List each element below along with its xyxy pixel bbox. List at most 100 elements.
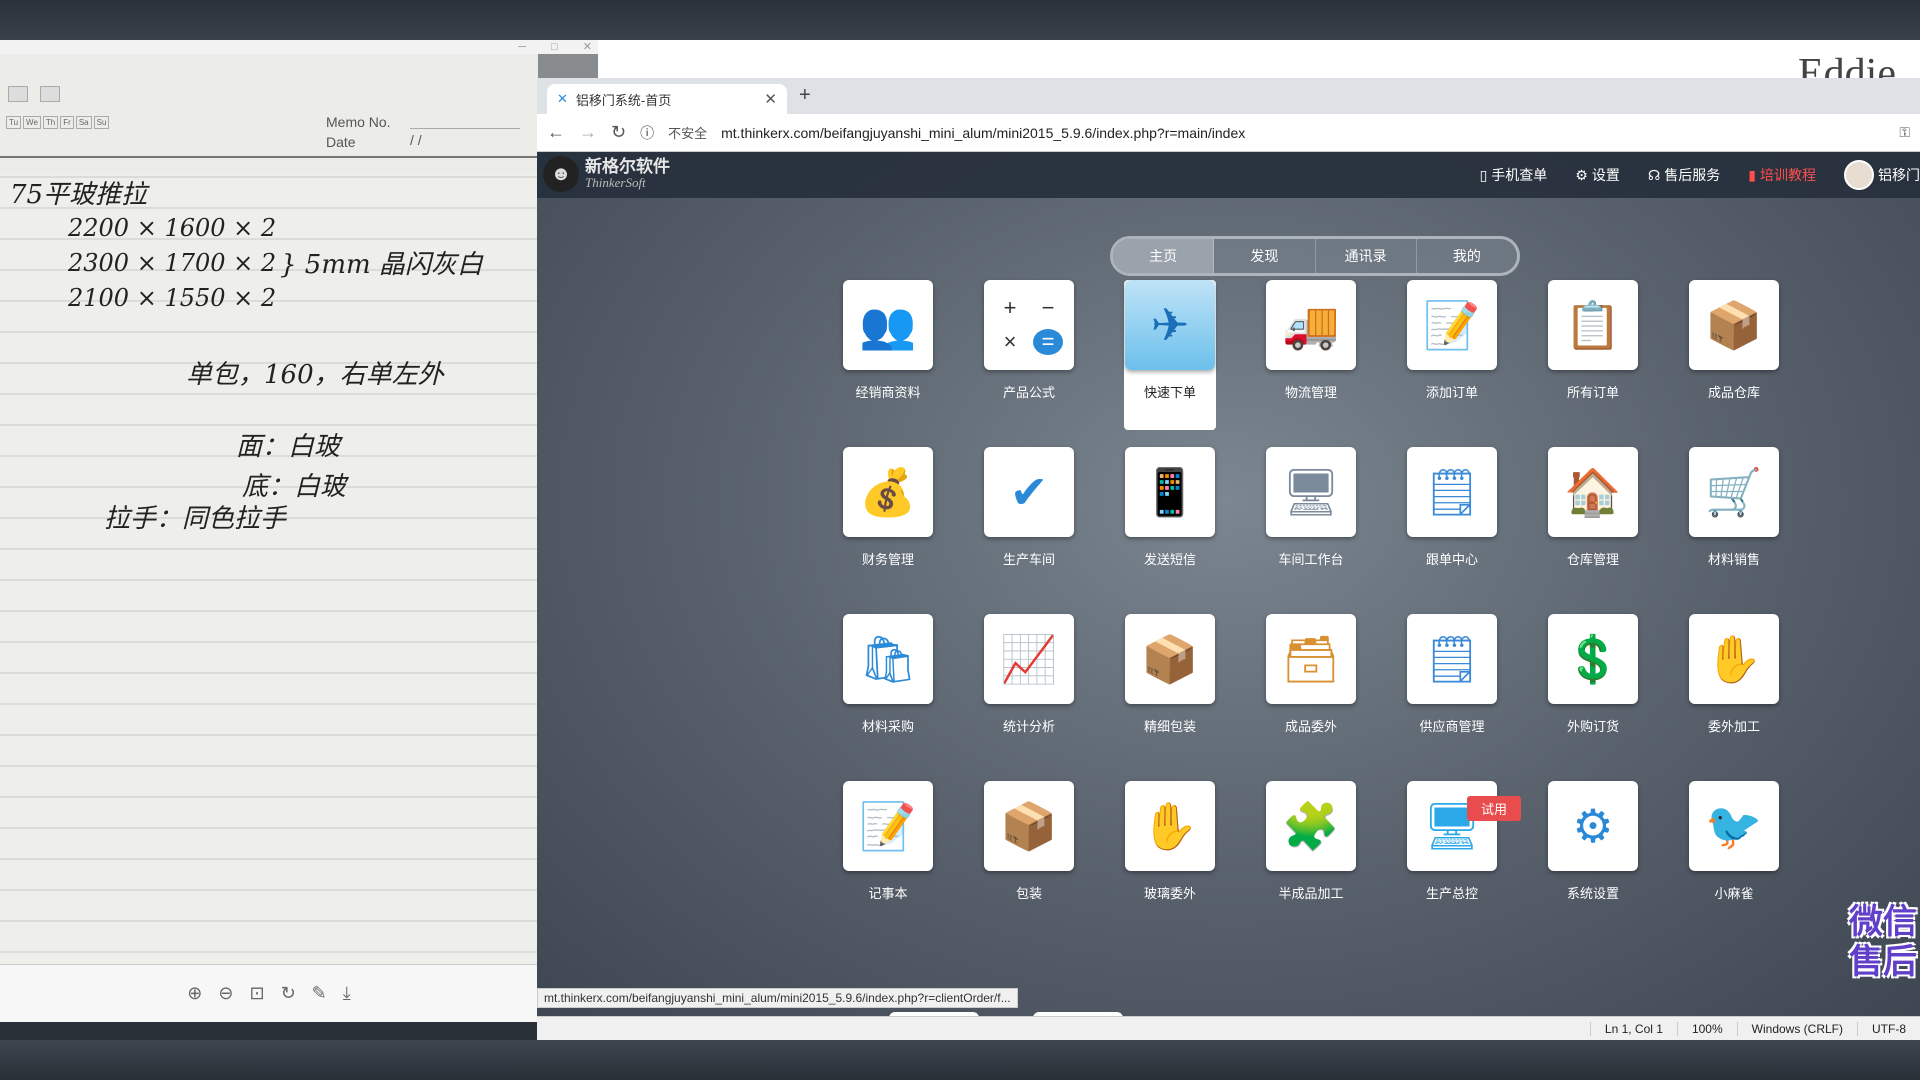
trial-badge: 试用 — [1467, 796, 1522, 821]
wechat-after-sales-badge[interactable]: 微信 售后 — [1837, 902, 1917, 982]
reload-icon[interactable]: ↻ — [611, 122, 626, 143]
tab-me[interactable]: 我的 — [1417, 239, 1517, 273]
tile-system-settings[interactable]: ⚙ 系统设置 — [1547, 781, 1639, 931]
tile-notepad[interactable]: 📝 记事本 — [842, 781, 934, 931]
tile-production-workshop[interactable]: ✔ 生产车间 — [983, 447, 1075, 597]
nav-mobile-query[interactable]: ▯ 手机查单 — [1480, 165, 1548, 185]
close-icon[interactable]: ✕ — [583, 41, 592, 53]
handwriting-line: 拉手：同色拉手 — [104, 504, 287, 534]
tile-label: 发送短信 — [1143, 552, 1196, 567]
top-nav: ▯ 手机查单 ⚙ 设置 ☊ 售后服务 ▮ 培训教程 铝移门 — [1480, 152, 1920, 198]
gear-icon: ⚙ — [1575, 166, 1588, 183]
rotate-icon[interactable]: ↻ — [281, 983, 296, 1004]
tile-label: 统计分析 — [1002, 719, 1055, 734]
nav-label: 售后服务 — [1664, 167, 1721, 183]
back-icon[interactable]: ← — [547, 122, 565, 143]
tile-quick-order[interactable]: ✈ 快速下单 — [1124, 280, 1216, 430]
purchase-order-icon: 💲 — [1548, 614, 1638, 704]
system-settings-icon: ⚙ — [1548, 781, 1638, 871]
tile-add-order[interactable]: 📝 添加订单 — [1406, 280, 1498, 430]
tile-send-sms[interactable]: 📱 发送短信 — [1124, 447, 1216, 597]
tab-contacts[interactable]: 通讯录 — [1316, 239, 1417, 273]
tile-statistics[interactable]: 📈 统计分析 — [983, 614, 1075, 764]
tab-discover[interactable]: 发现 — [1214, 239, 1316, 273]
tile-label: 小麻雀 — [1714, 886, 1754, 901]
maximize-icon[interactable]: □ — [551, 41, 558, 53]
zoom-in-icon[interactable]: ⊕ — [187, 983, 202, 1004]
tile-warehouse[interactable]: 🏠 仓库管理 — [1547, 447, 1639, 597]
tile-label: 包装 — [1015, 886, 1042, 901]
tile-material-purchase[interactable]: 🛍 材料采购 — [842, 614, 934, 764]
weekday-box: Su — [93, 116, 110, 129]
tab-close-icon[interactable]: ✕ — [764, 90, 777, 108]
tile-material-sales[interactable]: 🛒 材料销售 — [1688, 447, 1780, 597]
key-icon[interactable]: ⚿ — [1899, 124, 1910, 141]
tile-order-tracking[interactable]: 🗒 跟单中心 — [1406, 447, 1498, 597]
tile-label: 成品委外 — [1284, 719, 1337, 734]
background-window — [598, 40, 1920, 78]
zoom-out-icon[interactable]: ⊖ — [218, 983, 233, 1004]
supplier-management-icon: 🗒 — [1407, 614, 1497, 704]
edit-icon[interactable]: ✎ — [312, 983, 327, 1004]
warehouse-icon: 🏠 — [1548, 447, 1638, 537]
notepad-icon: 📝 — [843, 781, 933, 871]
book-icon: ▮ — [1748, 166, 1756, 183]
all-orders-icon: 📋 — [1548, 280, 1638, 370]
nav-label: 手机查单 — [1491, 167, 1548, 183]
url-field[interactable]: mt.thinkerx.com/beifangjuyanshi_mini_alu… — [721, 125, 1245, 141]
insecure-label[interactable]: 不安全 — [668, 123, 707, 142]
tile-label: 生产车间 — [1002, 552, 1055, 567]
tile-label: 仓库管理 — [1566, 552, 1619, 567]
tile-product-formula[interactable]: + − × = 产品公式 — [983, 280, 1075, 430]
headset-icon: ☊ — [1647, 166, 1661, 183]
viewer-toolbar: ⊕ ⊖ ⊡ ↻ ✎ ⤓ — [0, 964, 538, 1022]
desktop-bottom-bar — [0, 1040, 1920, 1080]
new-tab-button[interactable]: + — [799, 84, 811, 107]
tile-packaging[interactable]: 📦 包装 — [983, 781, 1075, 931]
handwriting-line: 单包，160，右单左外 — [186, 360, 444, 390]
browser-tab[interactable]: ✕ 铝移门系统-首页 ✕ — [547, 84, 787, 114]
tile-outsource-processing[interactable]: ✋ 委外加工 — [1688, 614, 1780, 764]
minimize-icon[interactable]: ─ — [518, 41, 526, 53]
info-icon[interactable]: ⓘ — [640, 123, 654, 143]
tab-home[interactable]: 主页 — [1113, 239, 1215, 273]
dealer-info-icon: 👥 — [843, 280, 933, 370]
tile-sparrow[interactable]: 🐦 小麻雀 — [1688, 781, 1780, 931]
finished-outsource-icon: 🗃 — [1266, 614, 1356, 704]
tile-label: 经销商资料 — [855, 385, 921, 400]
order-tracking-icon: 🗒 — [1407, 447, 1497, 537]
tile-supplier-management[interactable]: 🗒 供应商管理 — [1406, 614, 1498, 764]
nav-after-sales[interactable]: ☊ 售后服务 — [1648, 165, 1720, 185]
fine-packaging-icon: 📦 — [1125, 614, 1215, 704]
tile-purchase-order[interactable]: 💲 外购订货 — [1547, 614, 1639, 764]
tile-dealer-info[interactable]: 👥 经销商资料 — [842, 280, 934, 430]
tile-label: 系统设置 — [1566, 886, 1619, 901]
tile-semi-finished[interactable]: 🧩 半成品加工 — [1265, 781, 1357, 931]
tile-label: 半成品加工 — [1278, 886, 1344, 901]
tile-label: 快速下单 — [1143, 385, 1196, 400]
avatar-icon — [1844, 160, 1874, 190]
nav-settings[interactable]: ⚙ 设置 — [1575, 165, 1620, 185]
app-logo[interactable]: ☻ 新格尔软件 ThinkerSoft — [543, 156, 670, 192]
paper-print-icon — [40, 86, 60, 102]
tile-finished-warehouse[interactable]: 📦 成品仓库 — [1688, 280, 1780, 430]
tile-logistics[interactable]: 🚚 物流管理 — [1265, 280, 1357, 430]
editor-status-bar: Ln 1, Col 1 100% Windows (CRLF) UTF-8 — [537, 1016, 1920, 1040]
tile-finished-outsource[interactable]: 🗃 成品委外 — [1265, 614, 1357, 764]
tile-all-orders[interactable]: 📋 所有订单 — [1547, 280, 1639, 430]
download-icon[interactable]: ⤓ — [343, 983, 351, 1004]
nav-user[interactable]: 铝移门 — [1844, 160, 1920, 190]
tile-fine-packaging[interactable]: 📦 精细包装 — [1124, 614, 1216, 764]
date-label: Date — [326, 134, 356, 150]
actual-size-icon[interactable]: ⊡ — [249, 983, 264, 1004]
finished-warehouse-icon: 📦 — [1689, 280, 1779, 370]
statistics-icon: 📈 — [984, 614, 1074, 704]
nav-training[interactable]: ▮ 培训教程 — [1748, 165, 1816, 185]
tile-glass-outsource[interactable]: ✋ 玻璃委外 — [1124, 781, 1216, 931]
wechat-text: 微信 — [1849, 903, 1917, 941]
memo-no-line — [410, 128, 520, 129]
tile-workshop-desk[interactable]: 🖥 车间工作台 — [1265, 447, 1357, 597]
nav-label: 铝移门 — [1878, 167, 1920, 183]
forward-icon[interactable]: → — [579, 122, 597, 143]
tile-finance[interactable]: 💰 财务管理 — [842, 447, 934, 597]
